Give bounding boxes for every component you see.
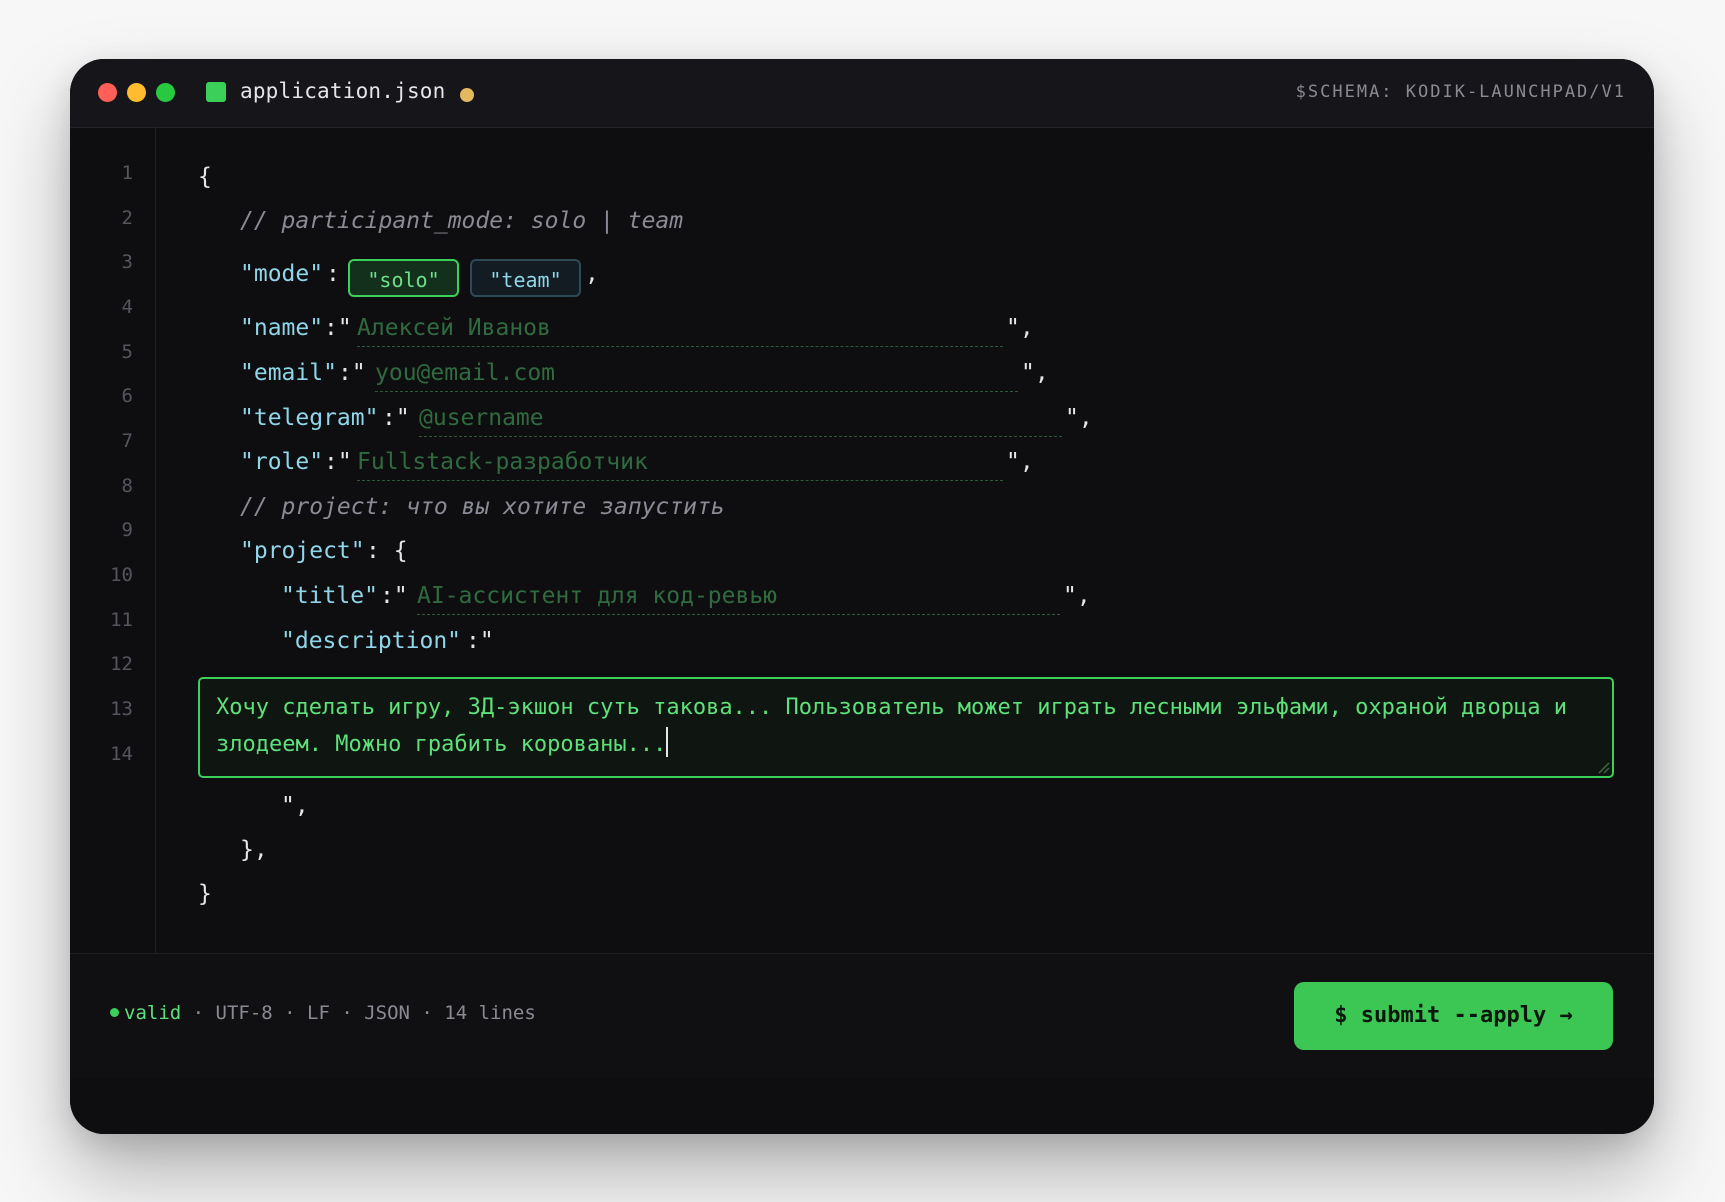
name-quote-close: ",: [1006, 315, 1034, 341]
valid-indicator-icon: [110, 1008, 119, 1017]
email-quote-open: :": [338, 360, 366, 386]
mode-option-solo[interactable]: "solo": [348, 259, 459, 297]
project-open-brace: : {: [366, 538, 408, 564]
name-quote-open: :": [324, 315, 352, 341]
description-key: "description": [281, 628, 462, 654]
comment-mode: // participant_mode: solo | team: [240, 208, 684, 234]
role-quote-open: :": [324, 449, 352, 475]
mode-comma: ,: [585, 261, 599, 287]
comment-project: // project: что вы хотите запустить: [240, 494, 725, 520]
status-info: valid · UTF-8 · LF · JSON · 14 lines: [110, 1002, 536, 1024]
open-brace: {: [198, 164, 212, 190]
text-cursor: [666, 727, 669, 757]
email-input[interactable]: you@email.com: [375, 358, 1018, 392]
title-quote-open: :": [380, 583, 408, 609]
telegram-key: "telegram": [240, 405, 379, 431]
project-key: "project": [240, 538, 365, 564]
bottom-strip: [70, 1078, 1654, 1134]
title-quote-close: ",: [1063, 583, 1091, 609]
status-bar: valid · UTF-8 · LF · JSON · 14 lines $ s…: [70, 953, 1654, 1079]
mode-key: "mode": [240, 261, 324, 287]
name-key: "name": [240, 315, 324, 341]
mode-option-team[interactable]: "team": [470, 259, 581, 297]
file-meta: · UTF-8 · LF · JSON · 14 lines: [181, 1002, 536, 1024]
role-input[interactable]: Fullstack-разработчик: [357, 447, 1003, 481]
close-brace: }: [198, 881, 212, 907]
editor-window: application.json $SCHEMA: KODIK-LAUNCHPA…: [70, 59, 1654, 1134]
submit-button[interactable]: $ submit --apply →: [1294, 982, 1613, 1050]
role-key: "role": [240, 449, 324, 475]
mode-colon: :: [326, 261, 340, 287]
email-quote-close: ",: [1021, 360, 1049, 386]
project-close-brace: },: [240, 837, 268, 863]
title-key: "title": [281, 583, 378, 609]
telegram-quote-close: ",: [1065, 405, 1093, 431]
description-text: Хочу сделать игру, 3Д-экшон суть такова.…: [216, 695, 1581, 757]
telegram-quote-open: :": [382, 405, 410, 431]
email-key: "email": [240, 360, 337, 386]
telegram-input[interactable]: @username: [419, 403, 1062, 437]
resize-handle-icon[interactable]: [1596, 760, 1610, 774]
name-input[interactable]: Алексей Иванов: [357, 313, 1003, 347]
description-quote-open: :": [466, 628, 494, 654]
role-quote-close: ",: [1006, 449, 1034, 475]
description-textarea[interactable]: Хочу сделать игру, 3Д-экшон суть такова.…: [198, 677, 1614, 778]
title-input[interactable]: AI-ассистент для код-ревью: [417, 581, 1060, 615]
valid-status: valid: [124, 1002, 182, 1024]
description-close: ",: [281, 793, 309, 819]
